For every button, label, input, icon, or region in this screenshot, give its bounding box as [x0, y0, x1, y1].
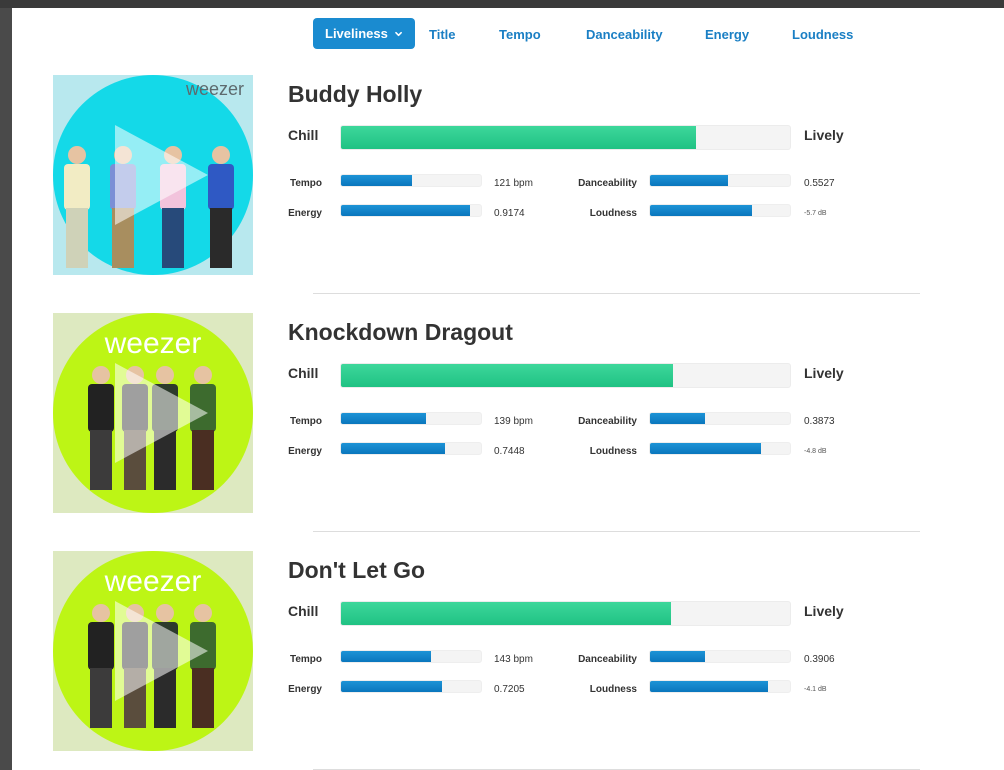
- loudness-value: -4.1 dB: [804, 686, 827, 693]
- row-divider: [313, 531, 920, 532]
- tempo-fill: [341, 651, 431, 662]
- row-divider: [313, 293, 920, 294]
- chevron-down-icon: [395, 31, 402, 36]
- track-title: Don't Let Go: [288, 557, 426, 583]
- lively-label: Lively: [804, 365, 844, 381]
- tempo-fill: [341, 175, 413, 186]
- energy-bar: [340, 680, 482, 693]
- loudness-bar: [649, 680, 791, 693]
- danceability-fill: [650, 651, 705, 662]
- sort-tempo-link[interactable]: Tempo: [499, 27, 541, 42]
- loudness-label: Loudness: [589, 446, 637, 457]
- tempo-label: Tempo: [289, 416, 322, 427]
- track-title: Knockdown Dragout: [288, 319, 513, 345]
- album-art[interactable]: weezer: [53, 551, 253, 751]
- lively-label: Lively: [804, 127, 844, 143]
- tempo-label: Tempo: [289, 178, 322, 189]
- energy-fill: [341, 681, 442, 692]
- danceability-label: Danceability: [578, 178, 637, 189]
- liveliness-bar: [340, 125, 791, 150]
- energy-bar: [340, 442, 482, 455]
- chill-label: Chill: [288, 365, 319, 381]
- sort-liveliness-label: Liveliness: [325, 26, 388, 41]
- danceability-label: Danceability: [578, 654, 637, 665]
- chill-label: Chill: [288, 603, 319, 619]
- tempo-bar: [340, 174, 482, 187]
- sort-liveliness-button[interactable]: Liveliness: [313, 18, 415, 49]
- album-art[interactable]: weezer: [53, 75, 253, 275]
- energy-fill: [341, 443, 445, 454]
- danceability-value: 0.5527: [804, 178, 835, 189]
- loudness-fill: [650, 205, 753, 216]
- track-row: weezer Don't Let Go Chill Lively Tempo 1…: [53, 551, 923, 770]
- energy-fill: [341, 205, 470, 216]
- liveliness-fill: [341, 126, 696, 149]
- loudness-bar: [649, 204, 791, 217]
- danceability-label: Danceability: [578, 416, 637, 427]
- tempo-bar: [340, 650, 482, 663]
- sort-loudness-link[interactable]: Loudness: [792, 27, 853, 42]
- danceability-fill: [650, 175, 729, 186]
- album-logo: weezer: [185, 79, 244, 99]
- album-art[interactable]: weezer: [53, 313, 253, 513]
- energy-label: Energy: [288, 446, 322, 457]
- loudness-bar: [649, 442, 791, 455]
- album-logo: weezer: [104, 327, 202, 360]
- tempo-bar: [340, 412, 482, 425]
- sort-nav: Liveliness: [313, 18, 415, 49]
- loudness-value: -5.7 dB: [804, 210, 827, 217]
- album-cover-image: weezer: [53, 313, 253, 513]
- track-row: weezer Knockdown Dragout Chill Lively Te…: [53, 313, 923, 533]
- loudness-label: Loudness: [589, 208, 637, 219]
- energy-bar: [340, 204, 482, 217]
- danceability-bar: [649, 174, 791, 187]
- album-logo: weezer: [104, 565, 202, 598]
- danceability-bar: [649, 650, 791, 663]
- lively-label: Lively: [804, 603, 844, 619]
- liveliness-bar: [340, 363, 791, 388]
- track-title: Buddy Holly: [288, 81, 423, 107]
- sort-danceability-link[interactable]: Danceability: [586, 27, 663, 42]
- liveliness-bar: [340, 601, 791, 626]
- tempo-fill: [341, 413, 427, 424]
- danceability-value: 0.3906: [804, 654, 835, 665]
- album-cover-image: weezer: [53, 75, 253, 275]
- loudness-value: -4.8 dB: [804, 448, 827, 455]
- chill-label: Chill: [288, 127, 319, 143]
- loudness-fill: [650, 443, 761, 454]
- energy-label: Energy: [288, 208, 322, 219]
- album-cover-image: weezer: [53, 551, 253, 751]
- sort-title-link[interactable]: Title: [429, 27, 456, 42]
- liveliness-fill: [341, 364, 674, 387]
- danceability-bar: [649, 412, 791, 425]
- window-top-edge: [0, 0, 1004, 8]
- loudness-fill: [650, 681, 768, 692]
- sort-energy-link[interactable]: Energy: [705, 27, 749, 42]
- liveliness-fill: [341, 602, 671, 625]
- energy-label: Energy: [288, 684, 322, 695]
- danceability-fill: [650, 413, 705, 424]
- window-left-edge: [0, 8, 12, 770]
- loudness-label: Loudness: [589, 684, 637, 695]
- track-row: weezer Buddy Holly Chill Lively Tempo 12…: [53, 75, 923, 295]
- tempo-label: Tempo: [289, 654, 322, 665]
- danceability-value: 0.3873: [804, 416, 835, 427]
